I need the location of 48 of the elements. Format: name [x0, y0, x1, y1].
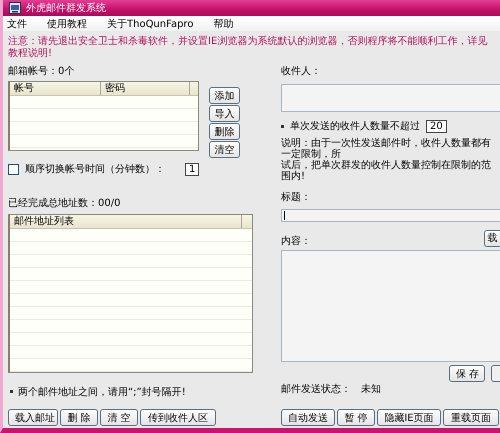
menu-item[interactable]: 关于ThoQunFapro — [107, 16, 194, 30]
address-list[interactable]: 邮件地址列表 — [8, 214, 253, 373]
minutes-field[interactable]: 1 — [185, 162, 200, 176]
account-count-label: 邮箱帐号：0个 — [8, 64, 76, 78]
edge-button[interactable] — [491, 365, 500, 382]
notice-text: 注意：请先退出安全卫士和杀毒软件，并设置IE浏览器为系统默认的浏览器，否则程序将不能顺利工作，详见教程说明! — [7, 34, 488, 60]
action-button[interactable]: 删 除 — [60, 409, 98, 426]
account-table[interactable]: 帐号 密码 — [8, 81, 199, 151]
checkbox[interactable] — [8, 164, 19, 174]
app-icon — [9, 2, 21, 14]
column-header[interactable]: 密码 — [100, 82, 190, 95]
status-value: 未知 — [361, 382, 381, 396]
menu-item[interactable]: 帮助 — [213, 16, 234, 30]
load-button[interactable]: 载 — [484, 230, 500, 246]
action-button[interactable]: 自动发送 — [281, 409, 335, 426]
menu-item[interactable]: 文件 — [7, 16, 27, 30]
recipients-field[interactable] — [281, 84, 500, 112]
action-button[interactable]: 载入邮址 — [8, 409, 58, 426]
bullet-icon — [10, 390, 13, 393]
limit-label: 单次发送的收件人数量不超过 — [290, 120, 420, 133]
text-cursor — [284, 211, 285, 220]
menu-item[interactable]: 使用教程 — [47, 16, 87, 30]
content-label: 内容： — [281, 234, 311, 248]
column-header[interactable]: 邮件地址列表 — [10, 215, 242, 228]
window-title: 外虎邮件群发系统 — [26, 2, 106, 15]
subject-label: 标题： — [281, 190, 312, 204]
action-button[interactable]: 隐藏IE页面 — [377, 409, 441, 426]
address-hint: 两个邮件地址之间，请用“;”封号隔开! — [18, 387, 186, 398]
status-label: 邮件发送状态： — [281, 382, 351, 396]
subject-field[interactable] — [281, 209, 500, 222]
progress-label: 已经完成总地址数：00/0 — [8, 196, 122, 210]
explanation-text: 说明：由于一次性发送邮件时，收件人数量都有一定限制，所 — [281, 138, 492, 160]
recipients-label: 收件人： — [281, 65, 322, 78]
action-button[interactable]: 重载页面 — [443, 409, 499, 426]
account-button[interactable]: 删除 — [209, 123, 240, 140]
content-field[interactable] — [281, 250, 500, 362]
rotate-label: 顺序切换帐号时间（分钟数）： — [25, 162, 165, 176]
bullet-icon — [281, 124, 284, 128]
limit-field[interactable]: 20 — [426, 120, 447, 132]
action-button[interactable]: 暂 停 — [337, 409, 375, 426]
action-button[interactable]: 传到收件人区 — [140, 409, 216, 426]
save-button[interactable]: 保 存 — [449, 365, 485, 382]
account-button[interactable]: 清空 — [209, 141, 240, 158]
action-button[interactable]: 清 空 — [100, 409, 138, 426]
column-header[interactable]: 帐号 — [10, 82, 101, 95]
account-button[interactable]: 导入 — [209, 105, 240, 122]
account-button[interactable]: 添加 — [209, 87, 240, 104]
explanation-text: 试后，把单次群发的收件人数量控制在限制的范围内! — [281, 160, 492, 182]
